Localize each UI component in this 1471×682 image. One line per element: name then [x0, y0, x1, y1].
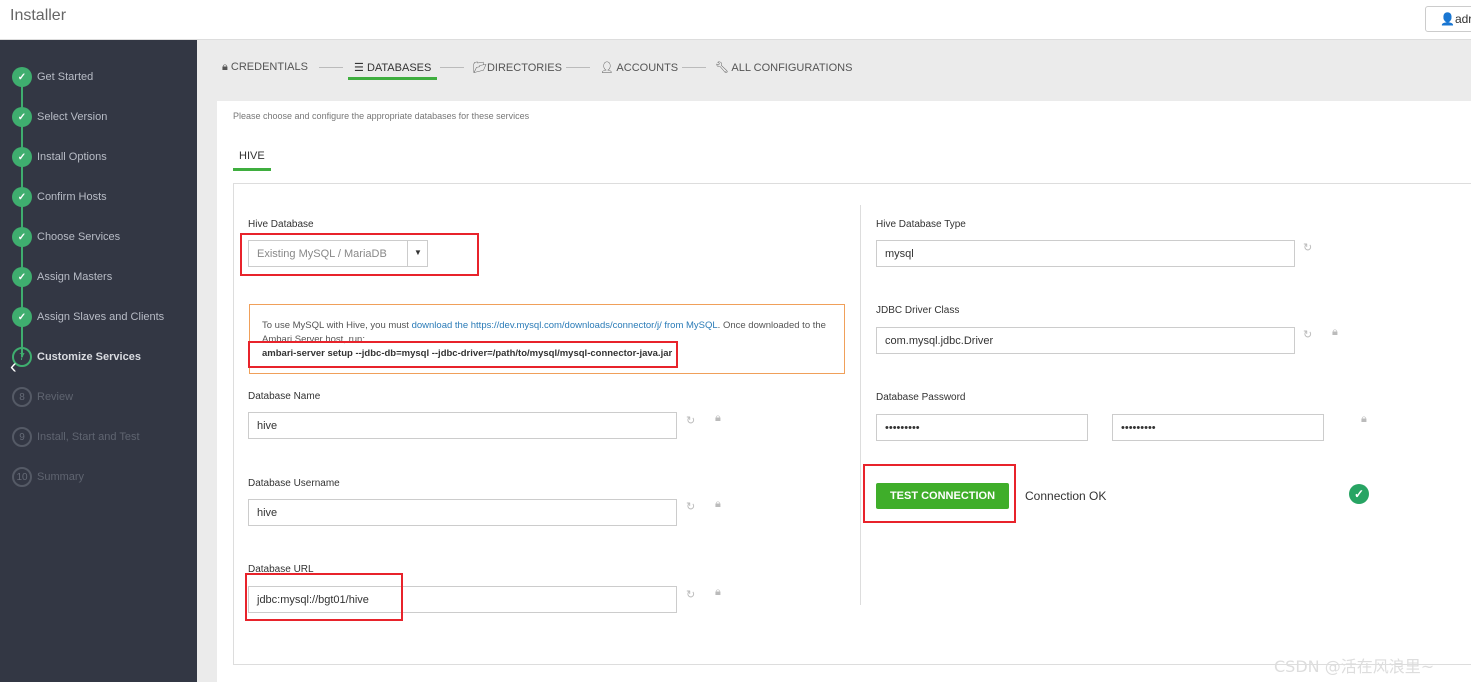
wizard-step: 9 Install, Start and Test	[12, 427, 140, 447]
step-label: Confirm Hosts	[37, 191, 107, 203]
undo-icon[interactable]: ↻	[686, 414, 695, 427]
db-username-input[interactable]: hive	[248, 499, 677, 526]
password-input[interactable]: •••••••••	[876, 414, 1088, 441]
user-icon: 👤	[1440, 12, 1455, 26]
driver-label: JDBC Driver Class	[876, 305, 960, 316]
check-icon: ✓	[12, 147, 32, 167]
db-name-label: Database Name	[248, 391, 321, 402]
column-divider	[860, 205, 861, 605]
wizard-step[interactable]: ✓ Get Started	[12, 67, 93, 87]
tab-accounts[interactable]: 👤︎ ACCOUNTS	[600, 61, 678, 74]
db-username-label: Database Username	[248, 478, 340, 489]
step-label: Install Options	[37, 151, 107, 163]
step-label: Assign Slaves and Clients	[37, 311, 165, 323]
app-title: Installer	[10, 7, 67, 24]
highlight-box	[245, 573, 403, 621]
wizard-sidebar: ✓ Get Started ✓ Select Version ✓ Install Opti…	[0, 40, 197, 682]
step-label: Choose Services	[37, 231, 121, 243]
password-label: Database Password	[876, 392, 966, 403]
db-type-label: Hive Database Type	[876, 219, 966, 230]
wrench-icon: 🔧︎	[715, 62, 729, 74]
user-menu-button[interactable]: 👤adr	[1425, 6, 1471, 32]
undo-icon[interactable]: ↻	[1303, 241, 1312, 254]
database-icon: ☰	[354, 62, 364, 74]
undo-icon[interactable]: ↻	[1303, 328, 1312, 341]
check-icon: ✓	[12, 267, 32, 287]
wizard-step[interactable]: ✓ Select Version	[12, 107, 107, 127]
tab-all-configurations[interactable]: 🔧︎ ALL CONFIGURATIONS	[715, 61, 852, 74]
db-type-input[interactable]: mysql	[876, 240, 1295, 267]
tab-directories[interactable]: 📂︎DIRECTORIES	[473, 61, 562, 74]
wizard-step[interactable]: 7 Customize Services	[12, 347, 141, 367]
user-name: adr	[1454, 12, 1471, 26]
check-icon: ✓	[12, 227, 32, 247]
wizard-step[interactable]: ✓ Confirm Hosts	[12, 187, 107, 207]
highlight-box	[240, 233, 479, 276]
lock-icon[interactable]: 🔒︎	[1332, 326, 1338, 339]
hive-database-label: Hive Database	[248, 219, 314, 230]
step-label: Get Started	[37, 71, 94, 83]
lock-icon[interactable]: 🔒︎	[715, 498, 721, 511]
watermark: CSDN @活在风浪里~	[1274, 657, 1435, 676]
tab-databases[interactable]: ☰ DATABASES	[347, 61, 438, 80]
check-icon: ✓	[12, 67, 32, 87]
step-number: 8	[12, 387, 32, 407]
step-label: Summary	[37, 471, 85, 483]
folder-open-icon: 📂︎	[473, 62, 487, 74]
wizard-step[interactable]: ✓ Choose Services	[12, 227, 120, 247]
check-icon: ✓	[12, 107, 32, 127]
db-name-input[interactable]: hive	[248, 412, 677, 439]
undo-icon[interactable]: ↻	[686, 588, 695, 601]
step-label: Assign Masters	[37, 271, 113, 283]
intro-text: Please choose and configure the appropri…	[233, 111, 530, 121]
highlight-box	[863, 464, 1016, 523]
wizard-step: 10 Summary	[12, 467, 84, 487]
lock-icon[interactable]: 🔒︎	[1361, 413, 1367, 426]
wizard-step[interactable]: ✓ Assign Masters	[12, 267, 112, 287]
tab-credentials[interactable]: 🔒︎ CREDENTIALS	[222, 61, 308, 74]
wizard-step[interactable]: ✓ Install Options	[12, 147, 107, 167]
step-label: Select Version	[37, 111, 108, 123]
lock-icon[interactable]: 🔒︎	[715, 586, 721, 599]
check-icon: ✓	[12, 307, 32, 327]
lock-icon: 🔒︎	[222, 61, 228, 73]
check-icon: ✓	[12, 187, 32, 207]
password-confirm-input[interactable]: •••••••••	[1112, 414, 1324, 441]
divider	[682, 67, 706, 68]
divider	[319, 67, 343, 68]
check-circle-icon: ✓	[1349, 484, 1369, 504]
connection-status: Connection OK	[1025, 489, 1107, 503]
step-label: Install, Start and Test	[37, 431, 140, 443]
driver-input[interactable]: com.mysql.jdbc.Driver	[876, 327, 1295, 354]
wizard-step[interactable]: ✓ Assign Slaves and Clients	[12, 307, 164, 327]
highlight-box	[248, 341, 678, 368]
divider	[566, 67, 590, 68]
step-label: Customize Services	[37, 351, 141, 363]
download-link[interactable]: download the https://dev.mysql.com/downl…	[412, 320, 718, 331]
collapse-sidebar-icon[interactable]: ‹	[10, 356, 17, 379]
service-tab-hive[interactable]: HIVE	[233, 148, 271, 171]
step-number: 10	[12, 467, 32, 487]
user-icon: 👤︎	[600, 62, 614, 74]
undo-icon[interactable]: ↻	[686, 500, 695, 513]
header: Installer 👤adr	[0, 0, 1471, 40]
step-number: 9	[12, 427, 32, 447]
lock-icon[interactable]: 🔒︎	[715, 412, 721, 425]
divider	[440, 67, 464, 68]
wizard-step: 8 Review	[12, 387, 73, 407]
step-label: Review	[37, 391, 74, 403]
